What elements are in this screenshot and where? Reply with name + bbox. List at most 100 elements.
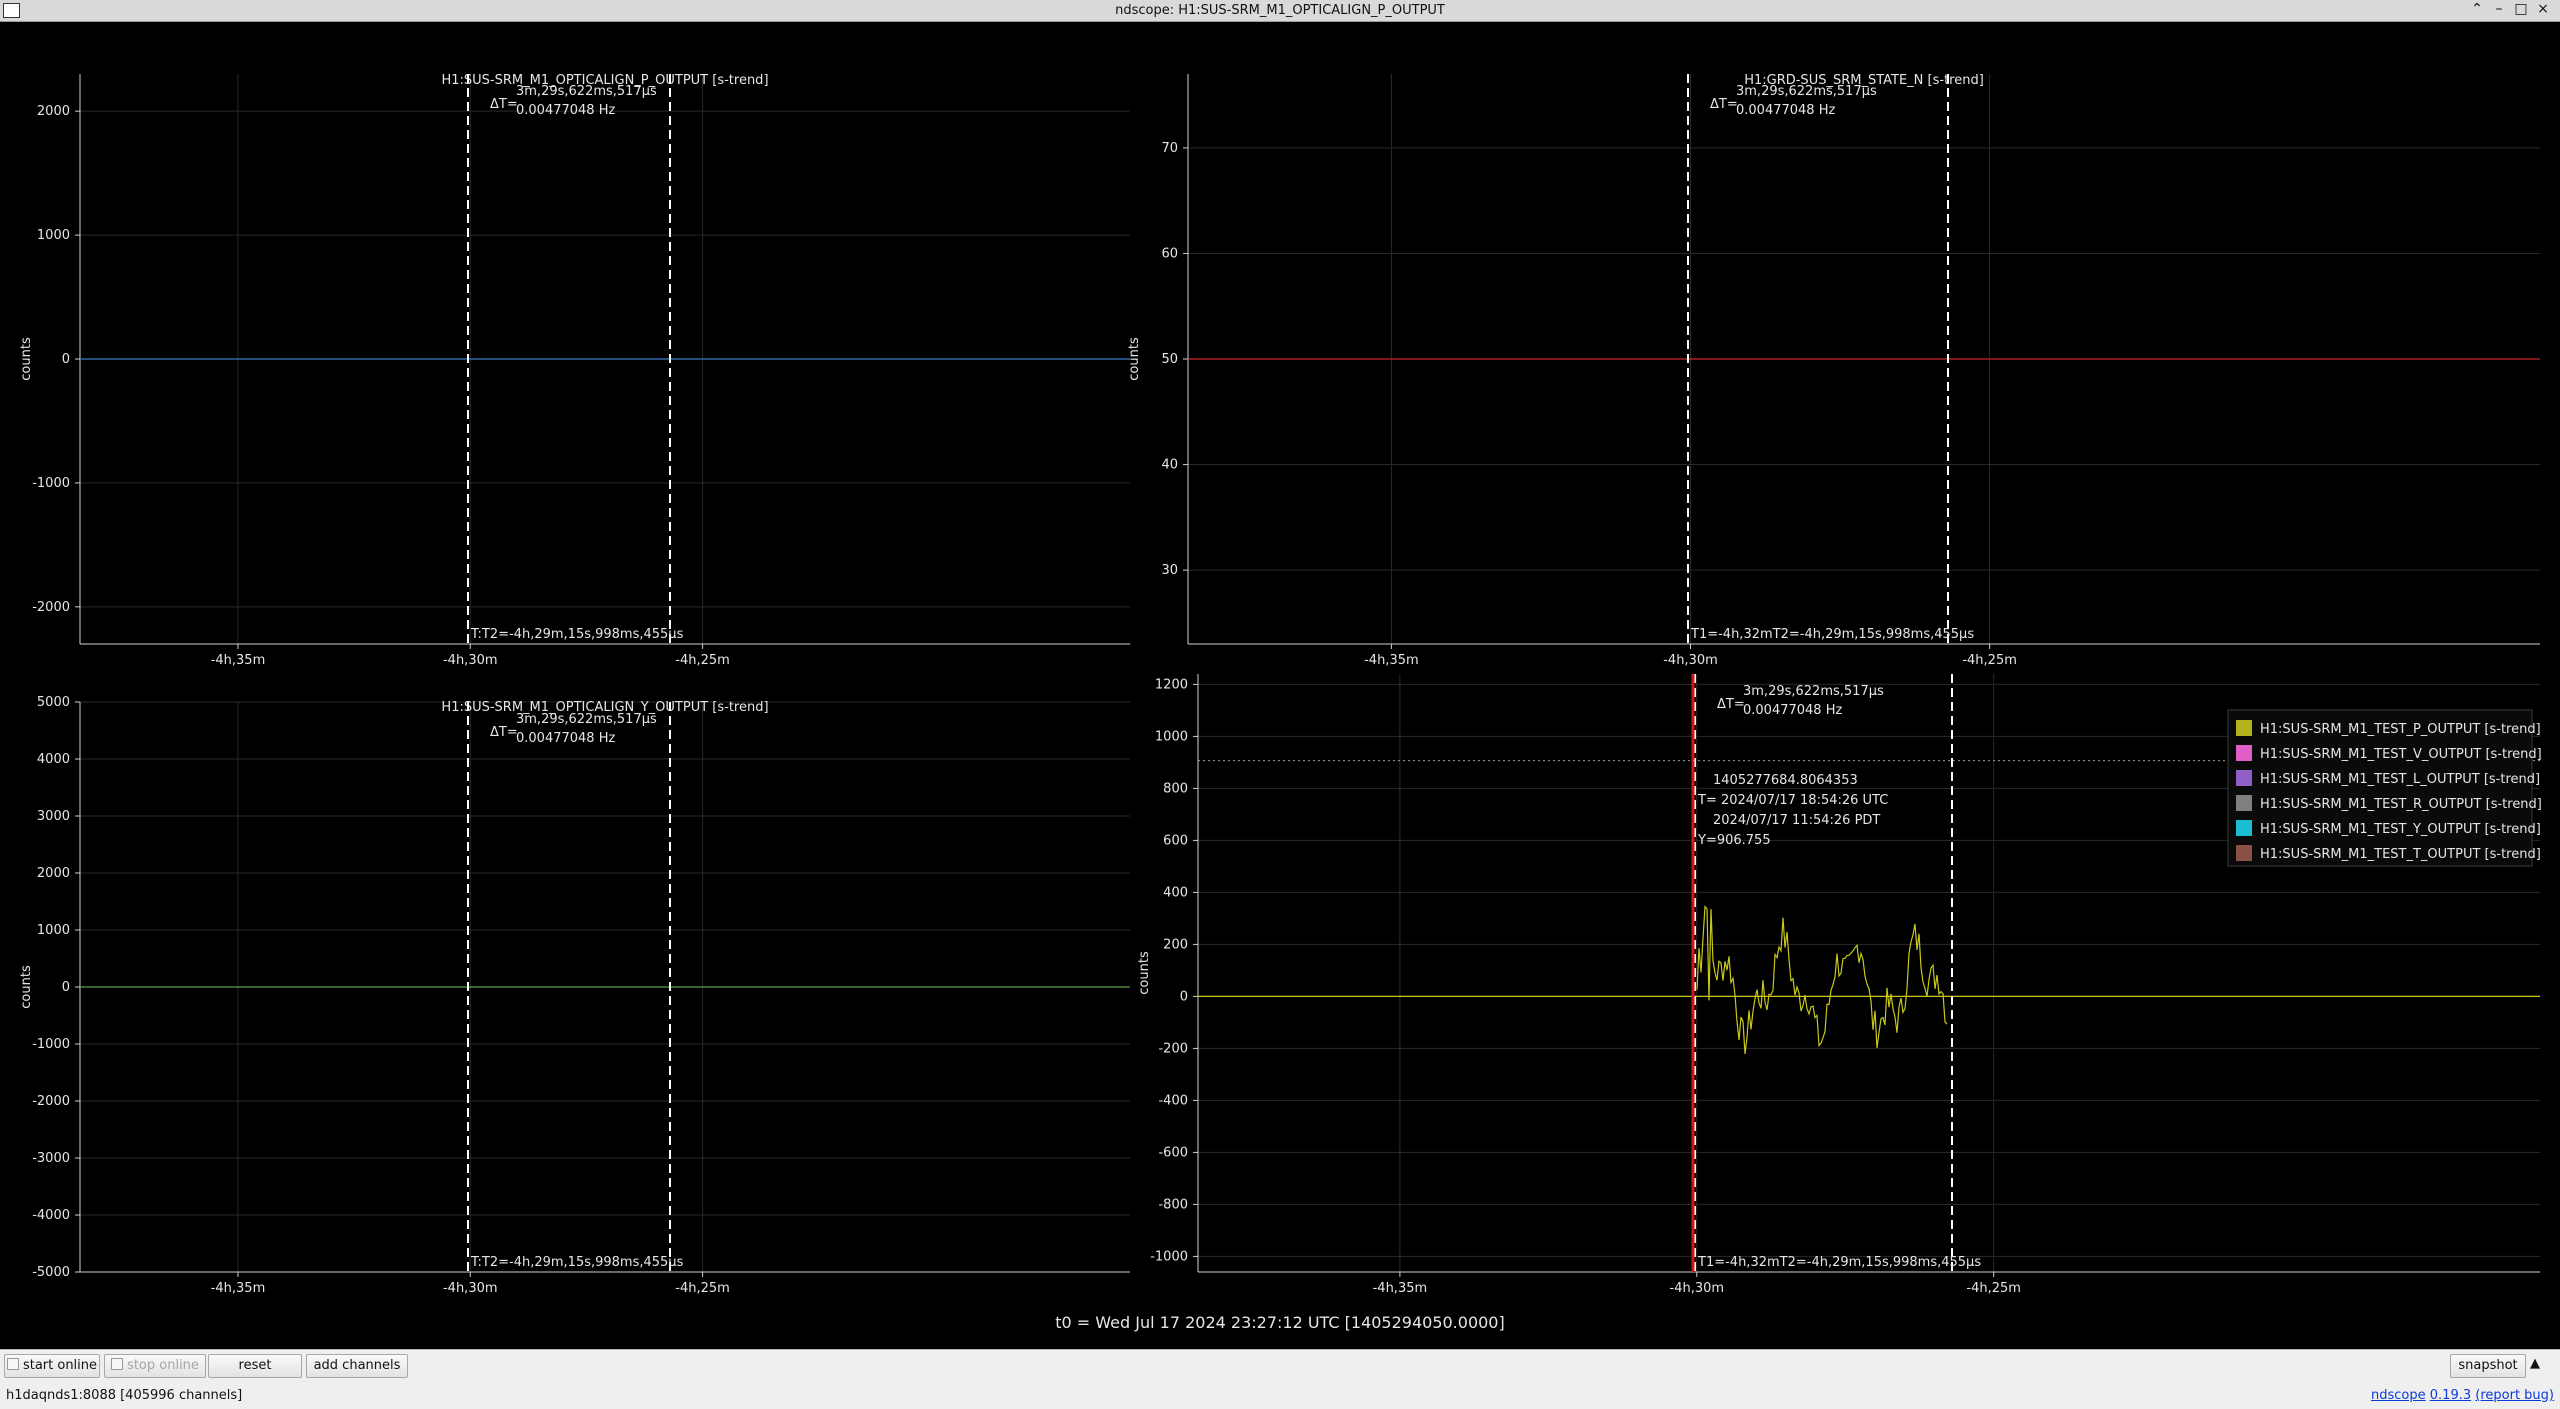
x-tick-label: -4h,25m <box>675 653 730 668</box>
y-tick-label: 4000 <box>37 752 70 767</box>
version-info: ndscope 0.19.3 (report bug) <box>2371 1388 2554 1403</box>
x-tick-label: -4h,30m <box>1670 1281 1725 1296</box>
stop-online-label: stop online <box>127 1358 199 1373</box>
x-tick-label: -4h,25m <box>1962 653 2017 668</box>
keep-above-icon[interactable]: ⌃ <box>2466 1 2488 17</box>
stop-online-checkbox <box>111 1358 124 1370</box>
y-tick-label: 0 <box>62 980 70 995</box>
y-tick-label: 400 <box>1163 885 1188 900</box>
y-tick-label: 3000 <box>37 809 70 824</box>
stop-online-button: stop online <box>104 1354 206 1378</box>
y-tick-label: -4000 <box>32 1208 70 1223</box>
window-title: ndscope: H1:SUS-SRM_M1_OPTICALIGN_P_OUTP… <box>1115 3 1445 18</box>
legend-item: H1:SUS-SRM_M1_TEST_L_OUTPUT [s-trend] <box>2260 772 2540 787</box>
y-tick-label: 200 <box>1163 937 1188 952</box>
y-tick-label: 0 <box>1180 989 1188 1004</box>
reset-button[interactable]: reset <box>208 1354 302 1378</box>
legend-swatch[interactable] <box>2236 845 2252 861</box>
x-tick-label: -4h,35m <box>211 1281 266 1296</box>
t-cursor-label: T1=-4h,32mT2=-4h,29m,15s,998ms,455μs <box>1697 1255 1981 1270</box>
legend-swatch[interactable] <box>2236 745 2252 761</box>
x-tick-label: -4h,30m <box>443 653 498 668</box>
legend-item: H1:SUS-SRM_M1_TEST_R_OUTPUT [s-trend] <box>2260 797 2542 812</box>
legend-swatch[interactable] <box>2236 820 2252 836</box>
y-tick-label: -1000 <box>32 476 70 491</box>
delta-t-label: ΔT= <box>1710 97 1738 112</box>
y-tick-label: 70 <box>1161 141 1178 156</box>
y-tick-label: 50 <box>1161 352 1178 367</box>
delta-frequency: 0.00477048 Hz <box>516 103 615 118</box>
minimize-icon[interactable]: – <box>2488 1 2510 17</box>
delta-t-label: ΔT= <box>490 725 518 740</box>
y-tick-label: 1000 <box>37 923 70 938</box>
y-tick-label: -5000 <box>32 1265 70 1280</box>
delta-t-label: ΔT= <box>1717 697 1745 712</box>
add-channels-button[interactable]: add channels <box>306 1354 408 1378</box>
ndscope-link[interactable]: ndscope <box>2371 1388 2426 1403</box>
up-triangle-icon[interactable]: ▲ <box>2530 1356 2540 1371</box>
x-tick-label: -4h,30m <box>1663 653 1718 668</box>
y-tick-label: 600 <box>1163 833 1188 848</box>
delta-t-value: 3m,29s,622ms,517μs <box>1736 84 1877 99</box>
y-tick-label: -2000 <box>32 1094 70 1109</box>
crosshair-y-value: Y=906.755 <box>1697 833 1771 848</box>
toolbar: start online stop online reset add chann… <box>0 1349 2560 1380</box>
delta-t-value: 3m,29s,622ms,517μs <box>516 84 657 99</box>
version-link[interactable]: 0.19.3 <box>2430 1388 2471 1403</box>
delta-frequency: 0.00477048 Hz <box>1743 703 1842 718</box>
y-axis-label: counts <box>19 337 34 381</box>
close-icon[interactable]: × <box>2532 1 2554 17</box>
y-tick-label: 60 <box>1161 246 1178 261</box>
y-tick-label: 30 <box>1161 563 1178 578</box>
y-tick-label: 1200 <box>1155 677 1188 692</box>
y-tick-label: -400 <box>1158 1093 1188 1108</box>
legend-swatch[interactable] <box>2236 720 2252 736</box>
plots-canvas[interactable]: 200010000-1000-2000-4h,35m -4h,30m -4h,25m… <box>0 22 2560 1348</box>
y-tick-label: 800 <box>1163 781 1188 796</box>
y-tick-label: 1000 <box>37 228 70 243</box>
y-tick-label: 40 <box>1161 458 1178 473</box>
y-tick-label: 2000 <box>37 104 70 119</box>
y-tick-label: -1000 <box>1150 1249 1188 1264</box>
delta-t-value: 3m,29s,622ms,517μs <box>516 712 657 727</box>
delta-t-label: ΔT= <box>490 97 518 112</box>
legend-swatch[interactable] <box>2236 795 2252 811</box>
start-online-button[interactable]: start online <box>4 1354 100 1378</box>
y-tick-label: -3000 <box>32 1151 70 1166</box>
x-tick-label: -4h,30m <box>443 1281 498 1296</box>
crosshair-pdt: 2024/07/17 11:54:26 PDT <box>1713 813 1880 828</box>
y-tick-label: 5000 <box>37 695 70 710</box>
y-tick-label: 0 <box>62 352 70 367</box>
t-cursor-label: T:T2=-4h,29m,15s,998ms,455μs <box>470 1255 684 1270</box>
maximize-icon[interactable]: □ <box>2510 1 2532 17</box>
t-cursor-label: T1=-4h,32mT2=-4h,29m,15s,998ms,455μs <box>1690 627 1974 642</box>
y-tick-label: 2000 <box>37 866 70 881</box>
legend-swatch[interactable] <box>2236 770 2252 786</box>
delta-t-value: 3m,29s,622ms,517μs <box>1743 684 1884 699</box>
y-axis-label: counts <box>1127 337 1142 381</box>
y-tick-label: -1000 <box>32 1037 70 1052</box>
legend-item: H1:SUS-SRM_M1_TEST_Y_OUTPUT [s-trend] <box>2260 822 2541 837</box>
crosshair-gps: 1405277684.8064353 <box>1713 773 1858 788</box>
t0-label: t0 = Wed Jul 17 2024 23:27:12 UTC [14052… <box>1055 1313 1505 1332</box>
x-tick-label: -4h,25m <box>675 1281 730 1296</box>
server-status: h1daqnds1:8088 [405996 channels] <box>6 1388 243 1403</box>
legend-item: H1:SUS-SRM_M1_TEST_T_OUTPUT [s-trend] <box>2260 847 2541 862</box>
x-tick-label: -4h,35m <box>1364 653 1419 668</box>
y-axis-label: counts <box>19 965 34 1009</box>
delta-frequency: 0.00477048 Hz <box>1736 103 1835 118</box>
legend-item: H1:SUS-SRM_M1_TEST_V_OUTPUT [s-trend] <box>2260 747 2542 762</box>
y-tick-label: 1000 <box>1155 729 1188 744</box>
y-tick-label: -600 <box>1158 1145 1188 1160</box>
start-online-checkbox[interactable] <box>6 1358 19 1370</box>
x-tick-label: -4h,35m <box>1373 1281 1428 1296</box>
delta-frequency: 0.00477048 Hz <box>516 731 615 746</box>
snapshot-button[interactable]: snapshot <box>2450 1354 2526 1378</box>
window-titlebar: ndscope: H1:SUS-SRM_M1_OPTICALIGN_P_OUTP… <box>0 0 2560 22</box>
y-axis-label: counts <box>1137 951 1152 995</box>
report-bug-link[interactable]: (report bug) <box>2475 1388 2554 1403</box>
plot-grid[interactable]: 2000 1000 0 -1000 -2000 -4h,35m -4h,30m -4h,25m… <box>0 22 2560 1348</box>
status-bar: h1daqnds1:8088 [405996 channels] ndscope… <box>0 1380 2560 1409</box>
start-online-label: start online <box>22 1358 98 1373</box>
t-cursor-label: T:T2=-4h,29m,15s,998ms,455μs <box>470 627 684 642</box>
